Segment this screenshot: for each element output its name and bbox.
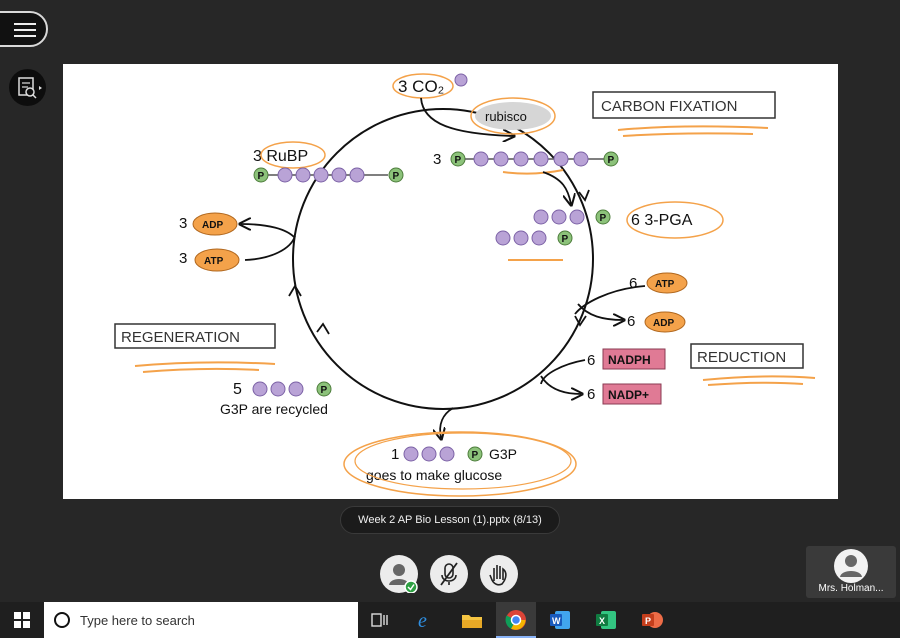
- search-placeholder: Type here to search: [80, 612, 195, 628]
- adp-count: 3: [179, 215, 187, 232]
- taskbar-chrome[interactable]: [496, 602, 536, 638]
- carbon-fixation-label: CARBON FIXATION: [601, 98, 737, 115]
- windows-start-icon[interactable]: [14, 612, 30, 628]
- word-icon: W: [550, 611, 570, 629]
- self-video-button[interactable]: [380, 555, 418, 594]
- phosphate-label: P: [608, 155, 615, 166]
- taskbar-file-explorer[interactable]: [452, 602, 492, 638]
- hand-icon: [489, 565, 507, 586]
- phosphate-label: P: [600, 213, 607, 224]
- slide-overview-button[interactable]: [9, 69, 46, 106]
- phosphate-label: P: [393, 171, 400, 182]
- adp6-count: 6: [627, 313, 635, 330]
- rubisco-label: rubisco: [485, 109, 527, 124]
- three-carbon-chain-a: P: [533, 209, 611, 225]
- phosphate-label: P: [455, 155, 462, 166]
- hamburger-icon-line: [14, 23, 36, 25]
- task-view-icon: [371, 613, 388, 627]
- excel-icon: X: [596, 611, 616, 629]
- g3p-recycled-count: 5: [233, 381, 242, 398]
- g3p-chain-out: P: [403, 446, 483, 462]
- phosphate-label: P: [562, 234, 569, 245]
- co2-label: 3 CO₂: [398, 77, 444, 96]
- cortana-icon: [54, 612, 70, 628]
- menu-button[interactable]: [0, 11, 48, 47]
- phosphate-label: P: [321, 385, 328, 396]
- svg-text:W: W: [552, 616, 561, 626]
- calvin-cycle-diagram: 3 CO₂ rubisco CARBON FIXATION 3 P P P P …: [114, 73, 816, 497]
- participant-tile[interactable]: Mrs. Holman...: [806, 546, 896, 598]
- nadp-label: NADP+: [608, 388, 649, 402]
- chrome-icon: [505, 610, 526, 630]
- nadph-count: 6: [587, 352, 595, 369]
- phosphate-label: P: [258, 171, 265, 182]
- adp6-label: ADP: [653, 318, 674, 329]
- participant-avatar-icon: [834, 549, 868, 583]
- windows-taskbar: Type here to search e W X P: [0, 602, 900, 638]
- six-carbon-chain: P P: [450, 151, 619, 167]
- co2-molecule: [454, 73, 468, 87]
- avatar-icon: [389, 564, 418, 594]
- svg-text:e: e: [418, 610, 427, 631]
- atp-count: 3: [179, 250, 187, 267]
- folder-icon: [462, 615, 482, 628]
- powerpoint-icon: P: [642, 612, 663, 628]
- pga-label: 6 3-PGA: [631, 212, 693, 229]
- nadph-label: NADPH: [608, 353, 651, 367]
- atp6-count: 6: [629, 275, 637, 292]
- g3p-label: G3P: [489, 446, 517, 462]
- hamburger-icon-line: [14, 35, 36, 37]
- three-carbon-chain-b: P: [495, 230, 573, 246]
- reduction-label: REDUCTION: [697, 349, 786, 366]
- participant-name: Mrs. Holman...: [818, 583, 884, 594]
- atp-label: ATP: [204, 256, 224, 267]
- atp6-label: ATP: [655, 279, 675, 290]
- taskbar-powerpoint[interactable]: P: [632, 602, 672, 638]
- microphone-off-icon: [440, 562, 458, 586]
- slide-search-icon: [18, 77, 42, 99]
- g3p-out-count: 1: [391, 446, 399, 463]
- g3p-recycled-label: G3P are recycled: [220, 401, 328, 417]
- raise-hand-button[interactable]: [480, 555, 518, 593]
- svg-text:P: P: [645, 616, 651, 626]
- adp-label: ADP: [202, 220, 223, 231]
- taskbar-search[interactable]: Type here to search: [44, 602, 358, 638]
- presentation-caption: Week 2 AP Bio Lesson (1).pptx (8/13): [340, 506, 560, 534]
- rubp-chain: P P: [253, 167, 404, 183]
- hamburger-icon-line: [14, 29, 36, 31]
- taskbar-edge[interactable]: e: [406, 602, 446, 638]
- regeneration-label: REGENERATION: [121, 329, 240, 346]
- task-view-button[interactable]: [360, 602, 400, 638]
- edge-icon: e: [418, 610, 427, 631]
- g3p-chain-recycled: P: [252, 381, 332, 397]
- phosphate-label: P: [472, 450, 479, 461]
- svg-text:X: X: [599, 616, 605, 626]
- taskbar-excel[interactable]: X: [586, 602, 626, 638]
- mute-button[interactable]: [430, 555, 468, 593]
- taskbar-word[interactable]: W: [540, 602, 580, 638]
- presentation-slide: 3 CO₂ rubisco CARBON FIXATION 3 P P P P …: [63, 64, 838, 499]
- chain-count-three: 3: [433, 151, 441, 168]
- nadp-count: 6: [587, 386, 595, 403]
